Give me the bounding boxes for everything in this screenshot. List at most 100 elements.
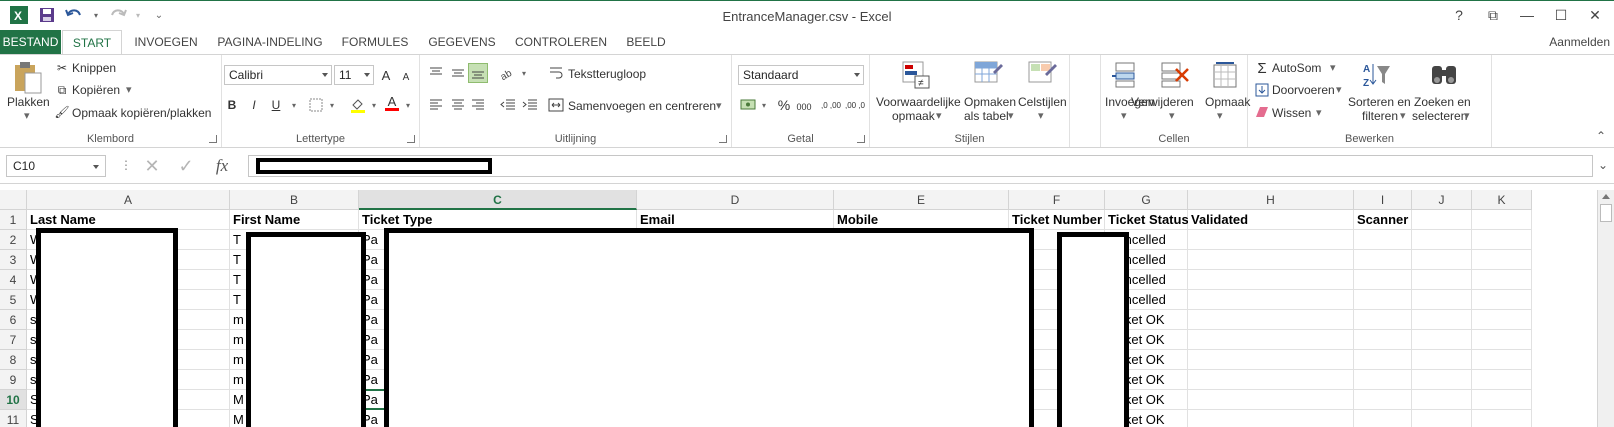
copy-icon[interactable]: ⧉ — [52, 80, 72, 100]
copy-button[interactable]: Kopiëren — [72, 83, 120, 97]
maximize-icon[interactable]: ☐ — [1548, 5, 1574, 25]
font-name-select[interactable]: Calibri — [224, 65, 332, 85]
align-middle-icon[interactable] — [448, 63, 468, 83]
row-header-6[interactable]: 6 — [0, 310, 27, 330]
worksheet-grid[interactable]: A B C D E F G H I J K 1 2 3 4 5 6 7 8 9 10 11 Last Name First N… — [0, 190, 1614, 427]
sort-filter-button[interactable]: Sorteren en — [1348, 95, 1411, 109]
cell-h7[interactable] — [1188, 330, 1354, 350]
sort-filter-dropdown-icon[interactable]: ▾ — [1400, 109, 1406, 122]
number-format-select[interactable]: Standaard — [738, 65, 864, 85]
comma-button[interactable]: 000 — [794, 97, 814, 117]
fill-dropdown-icon[interactable]: ▾ — [1336, 83, 1342, 96]
cell-i10[interactable] — [1354, 390, 1412, 410]
cell-j4[interactable] — [1412, 270, 1472, 290]
row-header-5[interactable]: 5 — [0, 290, 27, 310]
formula-bar-splitter[interactable]: ⋮ — [120, 158, 132, 172]
cell-k8[interactable] — [1472, 350, 1532, 370]
format-cells-dropdown-icon[interactable]: ▾ — [1217, 109, 1223, 122]
clear-button[interactable]: Wissen — [1272, 106, 1311, 120]
cell-styles-icon[interactable] — [1026, 59, 1058, 91]
cell-j9[interactable] — [1412, 370, 1472, 390]
format-as-table-icon[interactable] — [972, 59, 1004, 91]
cell-j8[interactable] — [1412, 350, 1472, 370]
cell-i3[interactable] — [1354, 250, 1412, 270]
row-header-2[interactable]: 2 — [0, 230, 27, 250]
cell-h11[interactable] — [1188, 410, 1354, 427]
alignment-launcher-icon[interactable] — [719, 135, 727, 143]
cell-j3[interactable] — [1412, 250, 1472, 270]
cell-i11[interactable] — [1354, 410, 1412, 427]
decrease-indent-icon[interactable] — [498, 95, 518, 115]
align-top-icon[interactable] — [426, 63, 446, 83]
format-painter-button[interactable]: Opmaak kopiëren/plakken — [72, 106, 211, 120]
align-center-icon[interactable] — [448, 95, 468, 115]
cell-styles-button[interactable]: Celstijlen — [1018, 95, 1067, 109]
cell-j6[interactable] — [1412, 310, 1472, 330]
find-select-icon[interactable] — [1428, 59, 1460, 91]
shrink-font-button[interactable]: A — [396, 67, 416, 87]
name-box[interactable]: C10 — [6, 155, 106, 177]
merge-center-button[interactable]: Samenvoegen en centreren — [568, 99, 716, 113]
format-as-table-dropdown-icon[interactable]: ▾ — [1008, 109, 1014, 122]
cell-i9[interactable] — [1354, 370, 1412, 390]
cell-k6[interactable] — [1472, 310, 1532, 330]
tab-data[interactable]: GEGEVENS — [422, 30, 502, 54]
column-header-h[interactable]: H — [1188, 190, 1354, 210]
tab-page-layout[interactable]: PAGINA-INDELING — [212, 30, 328, 54]
font-size-select[interactable]: 11 — [334, 65, 374, 85]
minimize-icon[interactable]: — — [1514, 5, 1540, 25]
column-header-c[interactable]: C — [359, 190, 637, 210]
bold-button[interactable]: B — [222, 95, 242, 115]
grow-font-button[interactable]: A — [376, 65, 396, 85]
tab-view[interactable]: BEELD — [618, 30, 674, 54]
font-color-dropdown-icon[interactable]: ▾ — [398, 95, 418, 115]
cell-h5[interactable] — [1188, 290, 1354, 310]
cell-k11[interactable] — [1472, 410, 1532, 427]
expand-formula-bar-icon[interactable]: ⌄ — [1598, 158, 1608, 172]
format-cells-icon[interactable] — [1211, 59, 1239, 91]
number-launcher-icon[interactable] — [857, 135, 865, 143]
ribbon-display-icon[interactable]: ⧉ — [1480, 5, 1506, 25]
cell-k2[interactable] — [1472, 230, 1532, 250]
cell-i2[interactable] — [1354, 230, 1412, 250]
cell-styles-dropdown-icon[interactable]: ▾ — [1038, 109, 1044, 122]
row-header-7[interactable]: 7 — [0, 330, 27, 350]
autosum-icon[interactable]: Σ — [1252, 58, 1272, 78]
tab-file[interactable]: BESTAND — [0, 30, 61, 54]
row-header-8[interactable]: 8 — [0, 350, 27, 370]
cell-k3[interactable] — [1472, 250, 1532, 270]
wrap-text-button[interactable]: Tekstterugloop — [568, 67, 646, 81]
align-bottom-icon[interactable] — [468, 63, 488, 83]
autosum-dropdown-icon[interactable]: ▾ — [1330, 61, 1336, 74]
sort-filter-label-2[interactable]: filteren — [1362, 109, 1398, 123]
underline-dropdown-icon[interactable]: ▾ — [284, 95, 304, 115]
format-painter-icon[interactable]: 🖌 — [52, 102, 72, 122]
tab-review[interactable]: CONTROLEREN — [510, 30, 612, 54]
enter-icon[interactable]: ✓ — [174, 154, 198, 178]
cell-h10[interactable] — [1188, 390, 1354, 410]
cell-j11[interactable] — [1412, 410, 1472, 427]
copy-dropdown-icon[interactable]: ▾ — [126, 83, 132, 96]
column-header-j[interactable]: J — [1412, 190, 1472, 210]
currency-dropdown-icon[interactable]: ▾ — [754, 95, 774, 115]
align-left-icon[interactable] — [426, 95, 446, 115]
cell-i6[interactable] — [1354, 310, 1412, 330]
cell-i8[interactable] — [1354, 350, 1412, 370]
vertical-scrollbar[interactable] — [1597, 190, 1614, 427]
cell-h3[interactable] — [1188, 250, 1354, 270]
row-header-1[interactable]: 1 — [0, 210, 27, 230]
insert-cells-dropdown-icon[interactable]: ▾ — [1121, 109, 1127, 122]
row-header-10[interactable]: 10 — [0, 390, 27, 410]
merge-dropdown-icon[interactable]: ▾ — [716, 99, 722, 112]
column-header-g[interactable]: G — [1105, 190, 1188, 210]
fill-icon[interactable] — [1252, 80, 1272, 100]
cell-k7[interactable] — [1472, 330, 1532, 350]
cell-j10[interactable] — [1412, 390, 1472, 410]
insert-function-icon[interactable]: fx — [210, 154, 234, 178]
collapse-ribbon-icon[interactable]: ⌃ — [1596, 129, 1606, 143]
find-select-button[interactable]: Zoeken en — [1414, 95, 1471, 109]
delete-cells-icon[interactable] — [1159, 59, 1191, 91]
cell-k5[interactable] — [1472, 290, 1532, 310]
tab-formulas[interactable]: FORMULES — [336, 30, 414, 54]
row-header-3[interactable]: 3 — [0, 250, 27, 270]
